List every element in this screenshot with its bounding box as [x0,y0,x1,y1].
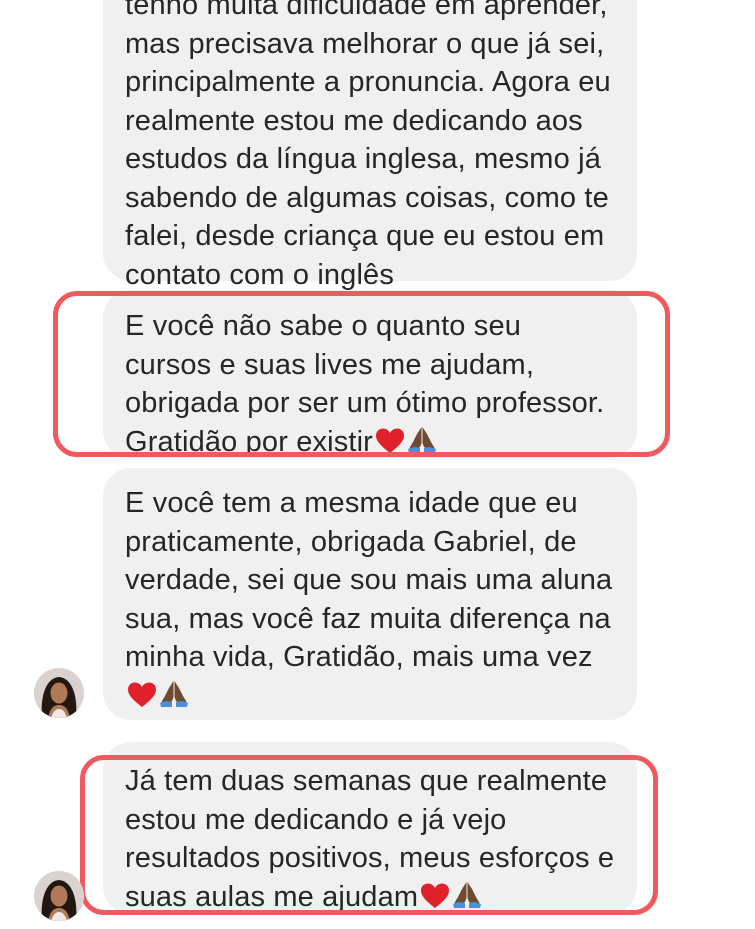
avatar[interactable] [34,668,84,718]
avatar[interactable] [34,871,84,921]
message-thread: tenho muita dificuldade em aprender, mas… [0,0,755,929]
folded-hands-icon [159,679,189,720]
message-text: E você tem a mesma idade que eu praticam… [125,484,615,719]
highlight-box [53,291,670,457]
red-heart-icon [127,681,157,720]
message-bubble[interactable]: tenho muita dificuldade em aprender, mas… [103,0,637,291]
message-bubble[interactable]: E você tem a mesma idade que eu praticam… [103,468,637,720]
highlight-box [80,755,658,915]
message-text: tenho muita dificuldade em aprender, mas… [125,0,611,291]
